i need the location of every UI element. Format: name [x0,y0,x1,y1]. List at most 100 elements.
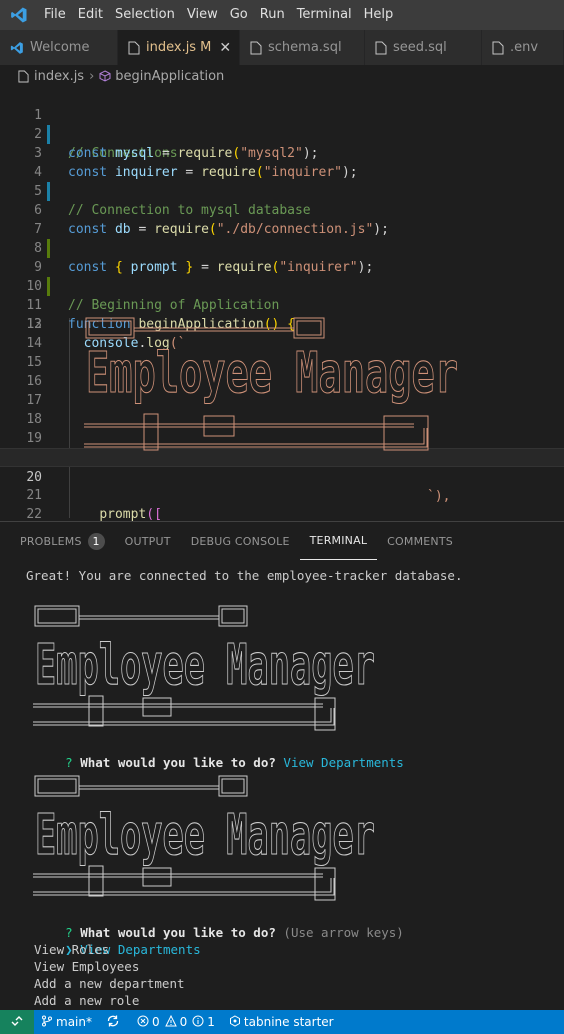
tab-terminal[interactable]: TERMINAL [299,522,378,560]
tab-comments[interactable]: COMMENTS [377,522,463,560]
line-number: 17 [26,393,42,408]
tab-index-js[interactable]: index.js M ✕ [118,30,240,65]
bottom-panel: PROBLEMS 1 OUTPUT DEBUG CONSOLE TERMINAL… [0,521,564,1010]
cube-icon [99,70,111,82]
breadcrumb-file[interactable]: index.js [34,69,84,84]
file-icon [18,70,29,83]
tab-label: .env [510,40,539,55]
tabnine-status[interactable]: tabnine starter [222,1010,341,1034]
code-editor[interactable]: 1 // Connections 2 const mysql = require… [0,87,564,521]
tab-seed-sql[interactable]: seed.sql [365,30,482,65]
menu-option[interactable]: Add a new department [34,975,185,992]
menu-help[interactable]: Help [358,0,400,30]
code-line: 11 function beginApplication() { [0,277,564,332]
code-line: 5 // Connection to mysql database [0,163,564,218]
code-line: 1 // Connections [0,87,564,161]
git-branch-icon [41,1015,56,1030]
line-number: 14 [26,336,42,351]
modified-indicator: M [200,40,212,55]
line-number: 18 [26,412,42,427]
menu-option[interactable]: View Employees [34,958,139,975]
tab-env[interactable]: .env [482,30,564,65]
prompt-question: What would you like to do? [80,755,276,770]
warning-icon [164,1014,180,1030]
remote-icon [11,1015,23,1030]
terminal-prompt-line-1: ? What would you like to do? View Depart… [20,737,404,770]
terminal-prompt-line-2: ? What would you like to do? (Use arrow … [20,907,404,940]
sync-button[interactable] [99,1010,130,1034]
code-line: 7 const { prompt } = require("inquirer")… [0,201,564,275]
menu-option[interactable]: Add a new role [34,992,139,1009]
menu-option[interactable]: View Roles [34,941,109,958]
error-count: 0 [151,1015,160,1029]
tab-label: PROBLEMS [20,534,82,548]
problems-count-badge: 1 [87,532,105,550]
menu-run[interactable]: Run [254,0,291,30]
editor-tab-bar: Welcome index.js M ✕ schema.sql seed.sql… [0,30,564,65]
banner-2-text: Employee Manager [35,803,375,868]
tabnine-icon [229,1014,244,1030]
code-line: 4 [0,144,564,201]
close-icon[interactable]: ✕ [219,40,231,56]
warning-count: 0 [179,1015,188,1029]
menu-view[interactable]: View [181,0,224,30]
title-bar: File Edit Selection View Go Run Terminal… [0,0,564,30]
code-line: 12 console.log(` [0,296,564,351]
info-icon [192,1015,207,1030]
code-line: 2 const mysql = require("mysql2"); [0,106,564,161]
employee-manager-banner-editor: Employee Manager [84,317,459,451]
terminal-connected-message: Great! You are connected to the employee… [26,568,463,583]
chevron-right-icon: › [89,68,95,84]
code-line: 3 const inquirer = require("inquirer"); [0,125,564,180]
error-icon [137,1015,152,1030]
tab-welcome[interactable]: Welcome [0,30,118,65]
menu-option-selected[interactable]: ❯ View Departments [20,924,200,957]
status-bar: main* 0 0 1 tabnine starter [0,1010,564,1034]
problems-status[interactable]: 0 0 1 [130,1010,222,1034]
branch-name: main* [56,1015,92,1029]
tab-label: seed.sql [393,40,447,55]
employee-manager-banner-1: Employee Manager [33,605,376,731]
line-number: 16 [26,374,42,389]
tab-label: COMMENTS [387,534,453,548]
tab-label: DEBUG CONSOLE [190,534,290,548]
breadcrumb-symbol[interactable]: beginApplication [115,69,224,84]
tabnine-label: tabnine starter [243,1015,334,1029]
banner-1-text: Employee Manager [35,633,375,698]
employee-manager-banner-2: Employee Manager [33,775,376,901]
vscode-icon [10,41,24,55]
line-number: 15 [26,355,42,370]
menu-file[interactable]: File [38,0,72,30]
menu-selection[interactable]: Selection [109,0,181,30]
branch-status[interactable]: main* [34,1010,99,1034]
menu-terminal[interactable]: Terminal [291,0,358,30]
tab-problems[interactable]: PROBLEMS 1 [10,522,115,560]
breadcrumb: index.js › beginApplication [0,65,564,87]
code-line: 6 const db = require("./db/connection.js… [0,182,564,237]
banner-editor-text: Employee Manager [86,341,458,406]
tab-schema-sql[interactable]: schema.sql [240,30,365,65]
panel-tab-bar: PROBLEMS 1 OUTPUT DEBUG CONSOLE TERMINAL… [0,522,564,560]
terminal-output[interactable]: Great! You are connected to the employee… [0,560,564,1010]
line-number: 13 [26,317,42,332]
prompt-hint: (Use arrow keys) [283,925,404,940]
menu-go[interactable]: Go [224,0,254,30]
tab-debug-console[interactable]: DEBUG CONSOLE [181,522,300,560]
file-icon [375,41,387,55]
remote-indicator[interactable] [0,1010,34,1034]
line-number: 19 [26,431,42,446]
code-line: 9 // Beginning of Application [0,239,564,313]
code-line: 21 prompt([ [0,467,564,521]
tab-label: OUTPUT [124,534,171,548]
code-line: 22 [0,486,564,521]
file-icon [128,41,140,55]
code-line: 23 { [0,505,564,521]
tab-output[interactable]: OUTPUT [115,522,181,560]
tab-label: TERMINAL [309,534,368,547]
file-icon [250,41,262,55]
tab-label: schema.sql [268,40,342,55]
code-line: 10 [0,258,564,294]
info-count: 1 [207,1015,215,1029]
sync-icon [106,1014,123,1031]
menu-edit[interactable]: Edit [72,0,109,30]
